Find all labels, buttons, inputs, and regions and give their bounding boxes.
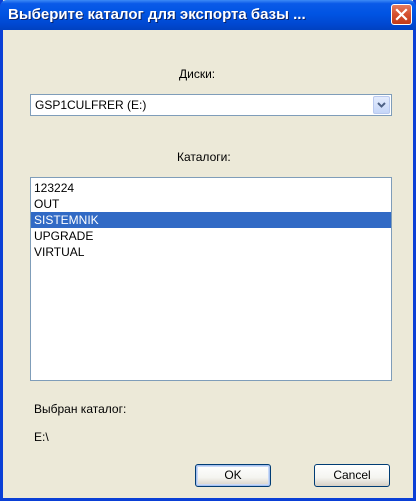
- title-bar[interactable]: Выберите каталог для экспорта базы ...: [0, 0, 416, 30]
- ok-button[interactable]: OK: [195, 464, 271, 487]
- list-item[interactable]: UPGRADE: [31, 228, 391, 244]
- close-icon: [395, 8, 408, 21]
- drives-label: Диски:: [179, 67, 216, 81]
- list-item-selected[interactable]: SISTEMNIK: [31, 212, 391, 228]
- selected-directory-label: Выбран каталог:: [34, 402, 127, 416]
- directories-label: Каталоги:: [177, 150, 231, 164]
- selected-directory-path: E:\: [34, 430, 49, 444]
- drive-select[interactable]: GSP1CULFRER (E:): [30, 94, 392, 116]
- directory-list[interactable]: 123224 OUT SISTEMNIK UPGRADE VIRTUAL: [30, 177, 392, 381]
- list-item[interactable]: 123224: [31, 180, 391, 196]
- drive-select-value: GSP1CULFRER (E:): [35, 98, 147, 112]
- chevron-down-icon: [377, 102, 386, 108]
- drive-select-arrow[interactable]: [373, 96, 390, 114]
- list-item[interactable]: OUT: [31, 196, 391, 212]
- close-button[interactable]: [391, 4, 412, 25]
- cancel-button[interactable]: Cancel: [314, 464, 390, 487]
- list-item[interactable]: VIRTUAL: [31, 244, 391, 260]
- window-title: Выберите каталог для экспорта базы ...: [8, 6, 306, 23]
